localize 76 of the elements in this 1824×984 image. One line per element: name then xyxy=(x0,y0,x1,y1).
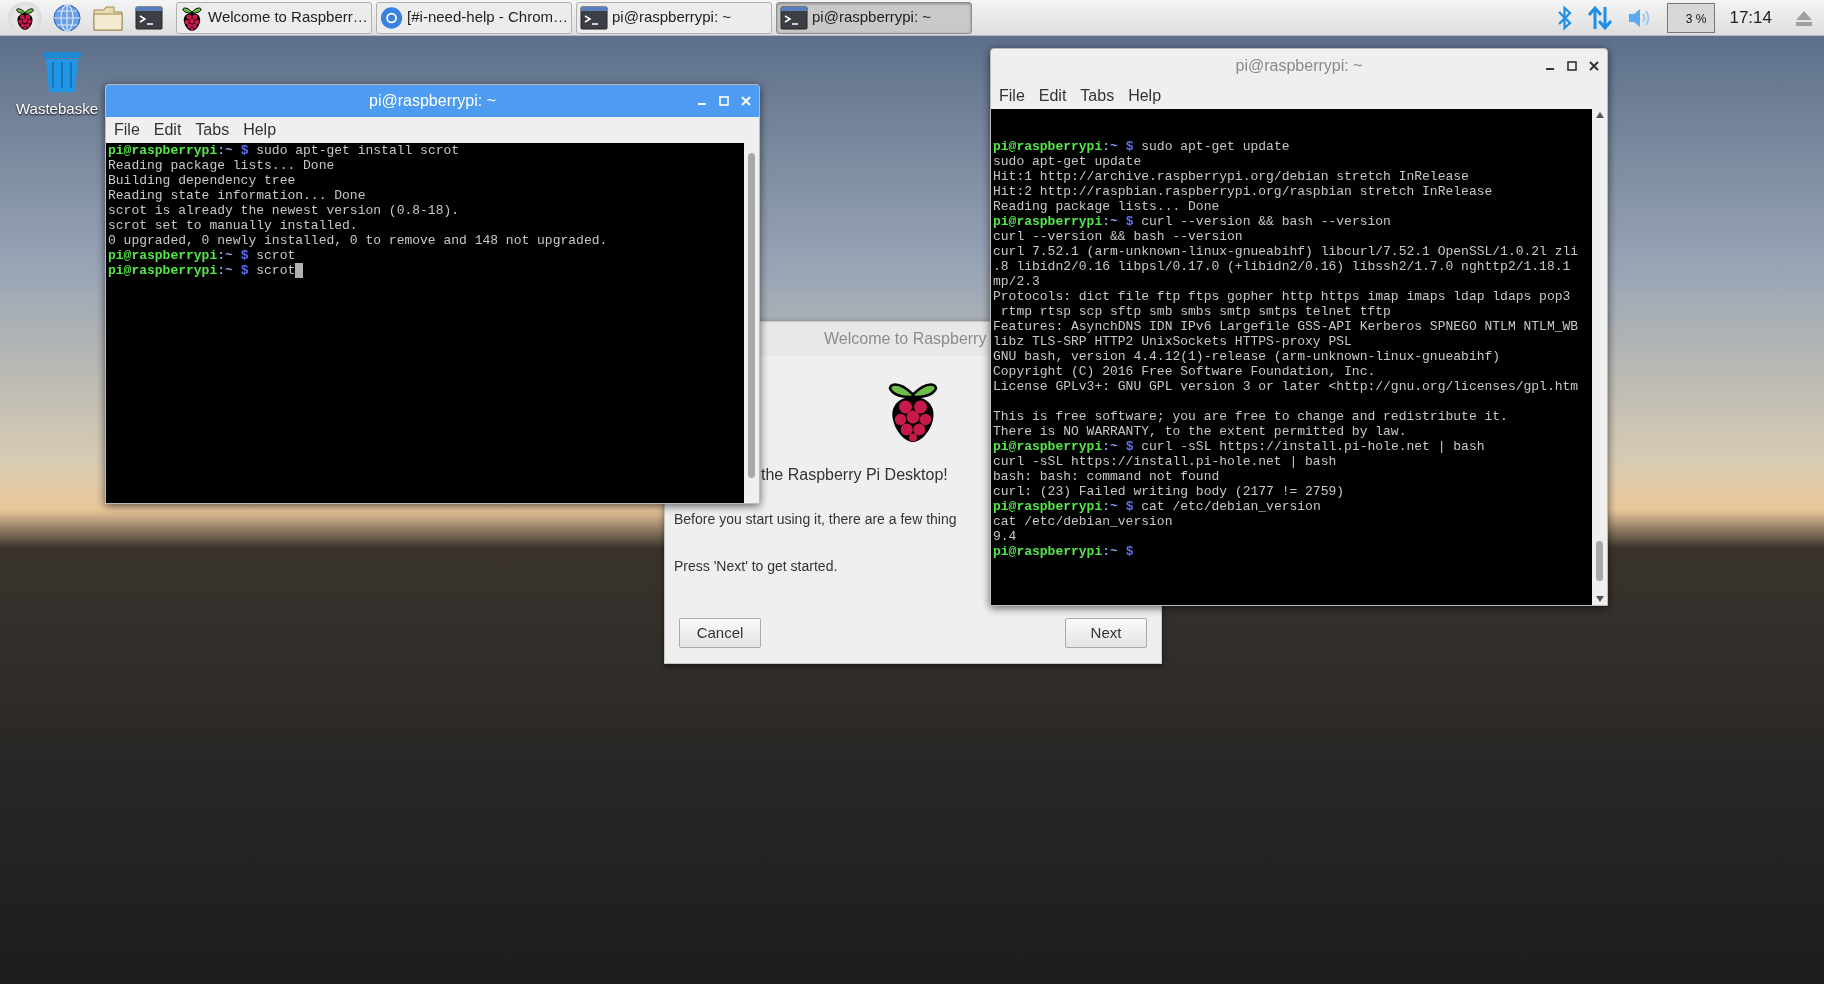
terminal-line: .8 libidn2/0.16 libpsl/0.17.0 (+libidn2/0.16) libssh2/1.7.0 nghttp2/1.18.1 xyxy=(993,259,1571,274)
terminal-line: cat /etc/debian_version xyxy=(993,514,1173,529)
terminal-line: pi@raspberrypi:~ $ scrot xyxy=(108,247,296,263)
terminal-line: sudo apt-get update xyxy=(993,154,1142,169)
terminal-line: There is NO WARRANTY, to the extent permitted by law. xyxy=(993,424,1407,439)
terminal-line: GNU bash, version 4.4.12(1)-release (arm-unknown-linux-gnueabihf) xyxy=(993,349,1501,364)
terminal-line: pi@raspberrypi:~ $ sudo apt-get install scrot xyxy=(108,142,460,158)
menu-item[interactable]: Tabs xyxy=(195,117,230,142)
terminal-line: Hit:2 http://raspbian.raspberrypi.org/raspbian stretch InRelease xyxy=(993,184,1493,199)
terminal-line: Protocols: dict file ftp ftps gopher http https imap imaps ldap ldaps pop3 xyxy=(993,289,1571,304)
dialog-button[interactable]: Cancel xyxy=(679,618,761,648)
menu-item[interactable]: Help xyxy=(243,117,277,142)
taskbar-window-button[interactable]: [#i-need-help - Chrom… xyxy=(376,1,572,34)
terminal-line: curl -sSL https://install.pi-hole.net | bash xyxy=(993,454,1337,469)
terminal-line: Building dependency tree xyxy=(108,172,296,188)
bluetooth-icon[interactable] xyxy=(1557,4,1574,31)
terminal-line: pi@raspberrypi:~ $ sudo apt-get update xyxy=(993,139,1290,154)
scrollbar[interactable] xyxy=(744,142,759,503)
terminal-icon xyxy=(580,3,608,32)
maximize-icon[interactable] xyxy=(1567,61,1577,71)
window-title: pi@raspberrypi: ~ xyxy=(369,90,496,111)
terminal-line: Reading package lists... Done xyxy=(108,157,335,173)
terminal-line: Reading package lists... Done xyxy=(993,199,1220,214)
network-arrows-icon[interactable] xyxy=(1587,4,1614,31)
terminal-line: Features: AsynchDNS IDN IPv6 Largefile GSS-API Kerberos SPNEGO NTLM NTLM_WB xyxy=(993,319,1579,334)
terminal-line: pi@raspberrypi:~ $ curl --version && bash --version xyxy=(993,214,1391,229)
terminal-line: libz TLS-SRP HTTP2 UnixSockets HTTPS-proxy PSL xyxy=(993,334,1352,349)
window-title: Welcome to Raspberry xyxy=(824,329,987,349)
cpu-monitor[interactable]: 3 % xyxy=(1667,2,1716,33)
close-icon[interactable] xyxy=(1589,61,1599,71)
menu-item[interactable]: Edit xyxy=(1038,84,1067,108)
terminal-line: pi@raspberrypi:~ $ curl -sSL https://install.pi-hole.net | bash xyxy=(993,439,1485,454)
taskbar-window-button[interactable]: pi@raspberrypi: ~ xyxy=(576,1,772,34)
dialog-text: Before you start using it, there are a few thing xyxy=(674,510,957,529)
dialog-button[interactable]: Next xyxy=(1065,618,1147,648)
terminal-line: pi@raspberrypi:~ $ xyxy=(993,544,1134,559)
terminal-line: Copyright (C) 2016 Free Software Foundation, Inc. xyxy=(993,364,1376,379)
terminal-line: curl 7.52.1 (arm-unknown-linux-gnueabihf) libcurl/7.52.1 OpenSSL/1.0.2l zli xyxy=(993,244,1579,259)
terminal-line: rtmp rtsp scp sftp smb smbs smtp smtps telnet tftp xyxy=(999,304,1391,319)
terminal-line: 9.4 xyxy=(993,529,1017,544)
menu-item[interactable]: File xyxy=(114,117,140,142)
window-title: pi@raspberrypi: ~ xyxy=(1235,56,1363,76)
terminal-line: scrot set to manually installed. xyxy=(108,217,358,233)
scrollbar[interactable] xyxy=(1592,109,1607,605)
globe-icon[interactable] xyxy=(52,2,82,33)
terminal-line: scrot is already the newest version (0.8-18). xyxy=(108,202,460,218)
dialog-text: Press 'Next' to get started. xyxy=(674,557,838,576)
menu-item[interactable]: Tabs xyxy=(1080,84,1115,108)
menu-item[interactable]: File xyxy=(999,84,1025,108)
terminal-line: bash: bash: command not found xyxy=(993,469,1220,484)
terminal-line: Reading state information... Done xyxy=(108,187,366,203)
terminal-line: This is free software; you are free to change and redistribute it. xyxy=(993,409,1508,424)
terminal-icon[interactable] xyxy=(134,3,164,32)
terminal-line: curl: (23) Failed writing body (2177 != 2759) xyxy=(993,484,1345,499)
terminal-line: curl --version && bash --version xyxy=(993,229,1243,244)
menu-item[interactable]: Edit xyxy=(153,117,182,142)
desktop-icon-label[interactable]: Wastebaske xyxy=(16,98,98,121)
trash-bin-icon[interactable] xyxy=(41,50,83,94)
taskbar-window-button[interactable]: pi@raspberrypi: ~ xyxy=(776,1,972,34)
browser-icon xyxy=(380,4,404,31)
terminal-line: Hit:1 http://archive.raspberrypi.org/debian stretch InRelease xyxy=(993,169,1469,184)
terminal-line: 0 upgraded, 0 newly installed, 0 to remove and 148 not upgraded. xyxy=(108,232,608,248)
dialog-heading: the Raspberry Pi Desktop! xyxy=(761,466,948,483)
menu-item[interactable]: Help xyxy=(1128,84,1162,108)
folder-icon[interactable] xyxy=(92,3,124,32)
scrollbar-thumb[interactable] xyxy=(748,152,755,478)
scroll-down-icon[interactable] xyxy=(1594,595,1605,603)
clock[interactable]: 17:14 xyxy=(1729,4,1772,31)
scrollbar-thumb[interactable] xyxy=(1596,541,1603,581)
terminal-line: mp/2.3 xyxy=(993,274,1040,289)
terminal-line: pi@raspberrypi:~ $ cat /etc/debian_version xyxy=(993,499,1321,514)
scroll-up-icon[interactable] xyxy=(1594,111,1605,119)
taskbar-window-button[interactable]: Welcome to Raspberr… xyxy=(176,1,372,34)
terminal-line: pi@raspberrypi:~ $ scrot xyxy=(108,262,296,278)
terminal-icon xyxy=(780,3,808,32)
terminal-line: License GPLv3+: GNU GPL version 3 or later <http://gnu.org/licenses/gpl.htm xyxy=(993,379,1579,394)
